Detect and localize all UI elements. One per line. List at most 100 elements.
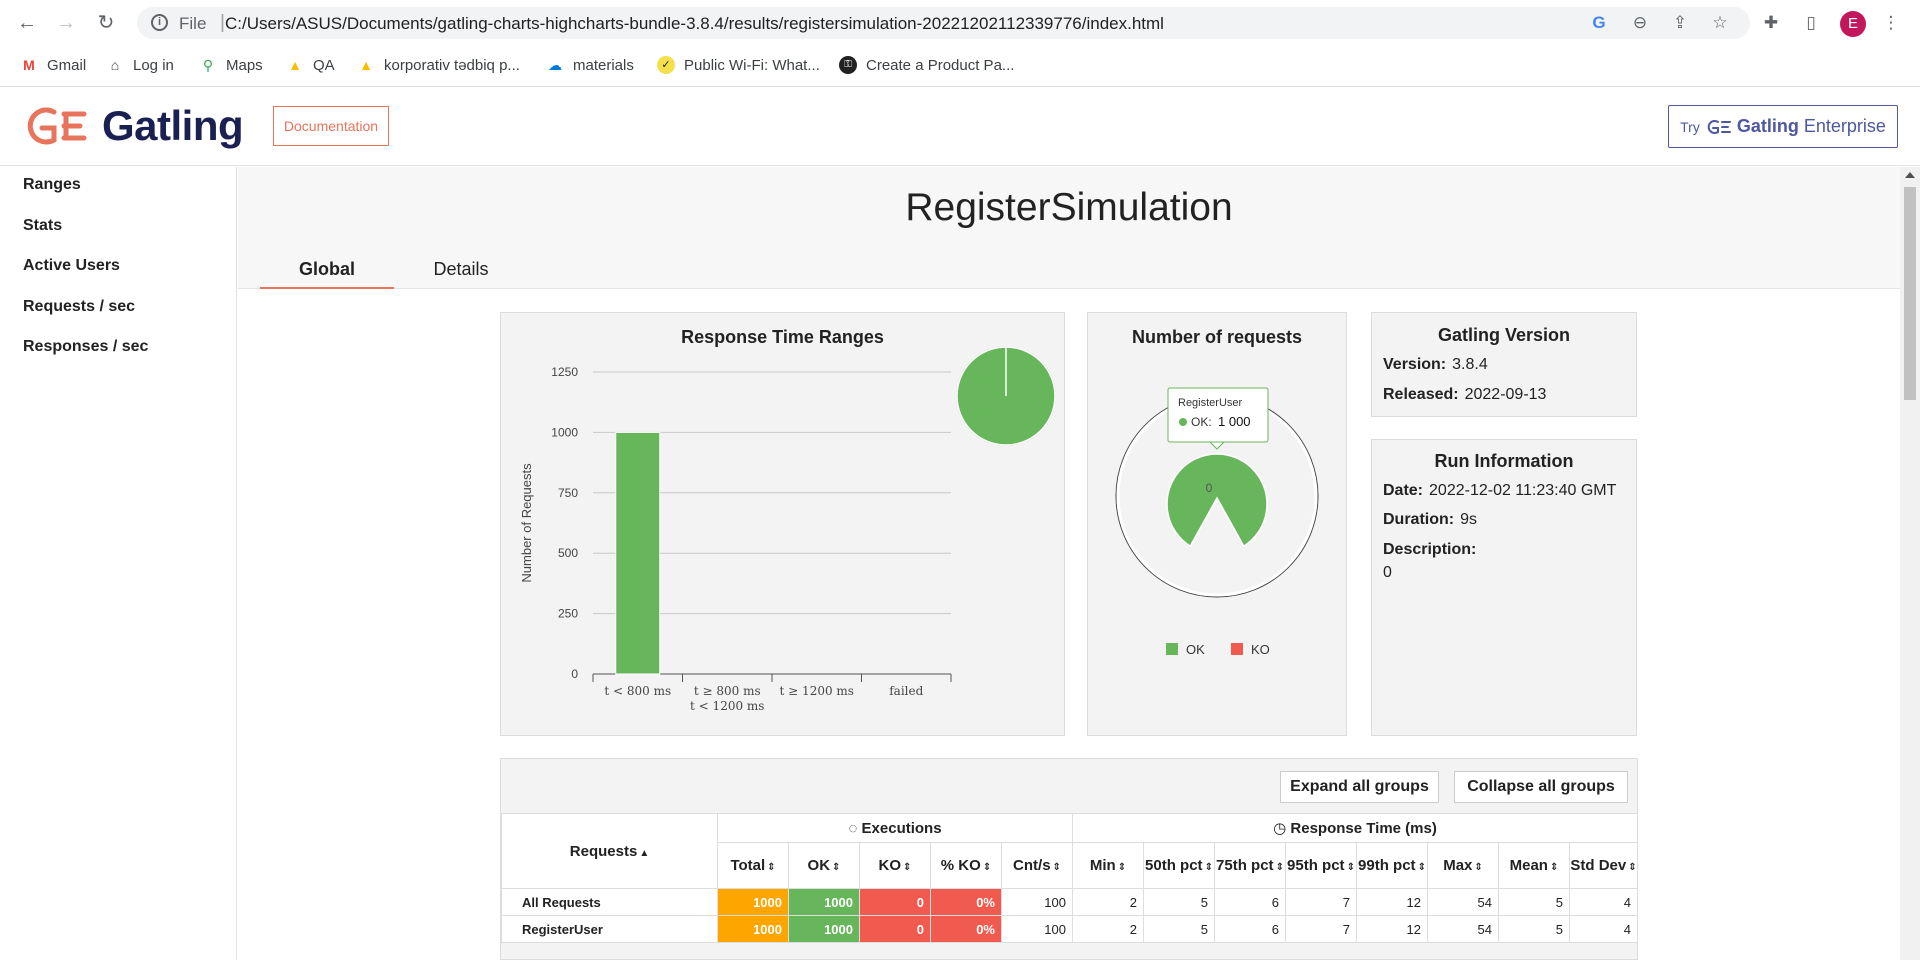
sidebar-item-requests-per-sec[interactable]: Requests / sec <box>23 298 135 316</box>
column-header[interactable]: Mean ⇕ <box>1498 842 1570 889</box>
stat-cell: 12 <box>1356 915 1428 943</box>
released-label: Released: <box>1383 386 1459 403</box>
x-tick-label: t < 800 ms <box>604 684 671 698</box>
y-axis-label: Number of Requests <box>519 463 534 583</box>
bookmark-label: Log in <box>133 56 174 74</box>
address-bar[interactable]: i File | C:/Users/ASUS/Documents/gatling… <box>137 7 1750 39</box>
collapse-all-groups-button[interactable]: Collapse all groups <box>1454 771 1628 803</box>
column-header[interactable]: % KO ⇕ <box>930 842 1002 889</box>
share-icon[interactable]: ⇪ <box>1670 13 1690 33</box>
stat-cell: 0 <box>859 888 931 916</box>
scroll-up-icon[interactable] <box>1905 172 1915 178</box>
column-header[interactable]: Max ⇕ <box>1427 842 1499 889</box>
column-header[interactable]: 95th pct ⇕ <box>1285 842 1357 889</box>
url-scheme: File <box>179 14 207 33</box>
pie-center-label: 0 <box>1206 481 1213 495</box>
bookmark-create-product[interactable]: ⚿ Create a Product Pa... <box>839 54 1014 76</box>
bookmark-maps[interactable]: ⚲ Maps <box>199 54 263 76</box>
released-value: 2022-09-13 <box>1464 386 1547 403</box>
bookmark-korporativ[interactable]: ▲ korporativ tədbiq p... <box>357 54 520 76</box>
bookmark-public-wifi[interactable]: ✓ Public Wi-Fi: What... <box>657 54 820 76</box>
requests-header[interactable]: Requests ▲ <box>501 813 718 889</box>
duration-label: Duration: <box>1383 511 1455 528</box>
scroll-thumb[interactable] <box>1904 187 1916 400</box>
column-header[interactable]: 75th pct ⇕ <box>1214 842 1286 889</box>
column-header-label: 95th pct <box>1287 857 1345 874</box>
sort-icon: ⇕ <box>1474 862 1483 873</box>
tab-global[interactable]: Global <box>260 259 394 289</box>
stat-cell: 7 <box>1285 888 1357 916</box>
stat-cell: 0 <box>859 915 931 943</box>
y-tick-label: 750 <box>558 486 578 500</box>
browser-chrome: ← → ↻ i File | C:/Users/ASUS/Documents/g… <box>0 0 1920 87</box>
back-icon[interactable]: ← <box>14 10 40 36</box>
tab-details[interactable]: Details <box>394 259 528 289</box>
version-row: Version: 3.8.4 <box>1383 356 1488 374</box>
column-header[interactable]: Std Dev ⇕ <box>1569 842 1638 889</box>
key-icon: ⚿ <box>839 56 857 74</box>
page-scrollbar[interactable] <box>1900 167 1920 960</box>
statistics-panel: Expand all groups Collapse all groups Re… <box>500 758 1638 960</box>
bookmark-qa[interactable]: ▲ QA <box>286 54 335 76</box>
column-header-label: Max <box>1443 857 1473 874</box>
bookmark-label: Create a Product Pa... <box>866 56 1015 74</box>
site-info-icon[interactable]: i <box>151 14 168 31</box>
sort-icon: ⇕ <box>767 862 776 873</box>
stat-cell: 1000 <box>717 915 789 943</box>
stat-cell: 4 <box>1569 915 1638 943</box>
column-header[interactable]: Min ⇕ <box>1072 842 1144 889</box>
sidebar-item-responses-per-sec[interactable]: Responses / sec <box>23 338 148 356</box>
google-lens-icon[interactable]: G <box>1589 13 1609 33</box>
column-header[interactable]: OK ⇕ <box>788 842 860 889</box>
executions-header-label: Executions <box>861 819 942 837</box>
url-text[interactable]: C:/Users/ASUS/Documents/gatling-charts-h… <box>225 14 1164 34</box>
legend-swatch <box>1231 643 1243 655</box>
try-enterprise-button[interactable]: Try Gatling Enterprise <box>1668 105 1898 148</box>
column-header-label: 50th pct <box>1145 857 1203 874</box>
response-time-ranges-panel: Response Time Ranges 0 250 500 750 1000 1250 t… <box>500 312 1065 736</box>
stat-cell: 1000 <box>788 888 860 916</box>
column-header[interactable]: 50th pct ⇕ <box>1143 842 1215 889</box>
zoom-icon[interactable]: ⊖ <box>1630 13 1650 33</box>
bookmark-label: Public Wi-Fi: What... <box>684 56 820 74</box>
forward-icon[interactable]: → <box>53 10 79 36</box>
documentation-button[interactable]: Documentation <box>273 106 389 146</box>
sidebar-item-stats[interactable]: Stats <box>23 217 62 235</box>
y-tick-label: 1000 <box>551 425 578 439</box>
number-of-requests-chart: 0 RegisterUser OK: 1 000 OK KO <box>1115 387 1319 657</box>
bookmark-login[interactable]: ⌂ Log in <box>106 54 174 76</box>
table-row[interactable]: All Requests 1000 1000 0 0% 100 2 5 6 7 12 54 5 4 <box>501 888 1638 916</box>
column-header-label: Total <box>730 857 766 874</box>
table-row[interactable]: RegisterUser 1000 1000 0 0% 100 2 5 6 7 12 54 5 4 <box>501 915 1638 943</box>
stat-cell: 100 <box>1001 915 1073 943</box>
sidebar-item-ranges[interactable]: Ranges <box>23 176 81 194</box>
column-header-label: % KO <box>940 857 981 874</box>
try-label: Try <box>1680 118 1700 135</box>
sidebar-item-active-users[interactable]: Active Users <box>23 257 120 275</box>
enterprise-label: Enterprise <box>1803 116 1886 136</box>
column-header[interactable]: KO ⇕ <box>859 842 931 889</box>
expand-all-groups-button[interactable]: Expand all groups <box>1280 771 1439 803</box>
column-header-label: KO <box>878 857 902 874</box>
menu-icon[interactable]: ⋮ <box>1880 12 1902 34</box>
request-name-cell[interactable]: RegisterUser <box>501 915 718 943</box>
bookmark-materials[interactable]: ☁ materials <box>546 54 634 76</box>
column-header[interactable]: 99th pct ⇕ <box>1356 842 1428 889</box>
run-information-panel: Run Information Date: 2022-12-02 11:23:40… <box>1371 439 1637 736</box>
reload-icon[interactable]: ↻ <box>93 10 119 36</box>
column-header[interactable]: Total ⇕ <box>717 842 789 889</box>
column-header[interactable]: Cnt/s ⇕ <box>1001 842 1073 889</box>
stat-cell: 5 <box>1498 888 1570 916</box>
bookmark-gmail[interactable]: M Gmail <box>20 54 86 76</box>
bookmark-star-icon[interactable]: ☆ <box>1710 13 1730 33</box>
sort-icon: ⇕ <box>1549 862 1559 873</box>
request-name-cell[interactable]: All Requests <box>501 888 718 916</box>
drive-icon: ▲ <box>288 57 302 73</box>
side-panel-icon[interactable]: ▯ <box>1800 12 1822 34</box>
extensions-icon[interactable]: ✚ <box>1760 12 1782 34</box>
profile-avatar[interactable]: E <box>1840 11 1866 37</box>
sort-icon: ⇕ <box>1275 862 1284 873</box>
gatling-logo[interactable]: Gatling <box>20 102 244 150</box>
stat-cell: 5 <box>1143 888 1215 916</box>
tooltip-marker <box>1179 418 1187 426</box>
